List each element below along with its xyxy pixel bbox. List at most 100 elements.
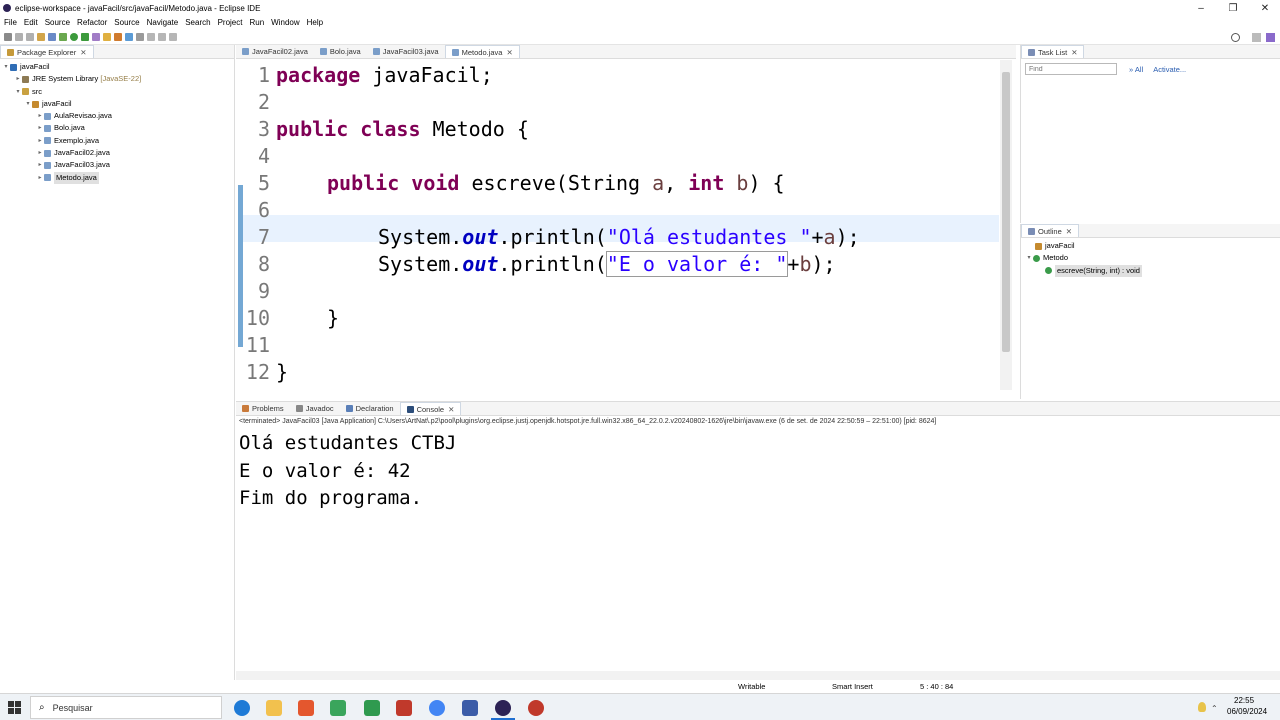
tab-problems[interactable]: Problems bbox=[236, 402, 290, 415]
console-output[interactable]: Olá estudantes CTBJ E o valor é: 42 Fim do… bbox=[239, 430, 456, 513]
taskbar-search-box[interactable]: ⌕ Pesquisar bbox=[30, 696, 222, 719]
tab-declaration[interactable]: Declaration bbox=[340, 402, 400, 415]
menu-source[interactable]: Source bbox=[45, 18, 70, 27]
menu-window[interactable]: Window bbox=[271, 18, 299, 27]
lightbulb-icon[interactable] bbox=[1198, 702, 1206, 712]
save-all-icon[interactable] bbox=[26, 32, 34, 41]
perspective-icon[interactable] bbox=[1252, 33, 1261, 42]
tree-item-file-selected[interactable]: ▸ Metodo.java bbox=[0, 171, 234, 184]
code-line: 1 package javaFacil; bbox=[236, 63, 1000, 90]
tab-bolo[interactable]: Bolo.java bbox=[314, 45, 367, 58]
tree-item-file[interactable]: ▸ JavaFacil02.java bbox=[0, 147, 234, 159]
recorder-icon[interactable] bbox=[528, 700, 544, 716]
menu-search[interactable]: Search bbox=[185, 18, 210, 27]
menu-run[interactable]: Run bbox=[249, 18, 264, 27]
menu-navigate[interactable]: Navigate bbox=[147, 18, 179, 27]
chevron-down-icon[interactable]: ▾ bbox=[2, 61, 10, 73]
search-icon[interactable] bbox=[1231, 33, 1240, 42]
save-icon[interactable] bbox=[15, 32, 23, 41]
windows-start-icon[interactable] bbox=[8, 701, 21, 714]
next-annotation-icon[interactable] bbox=[147, 32, 155, 41]
run-icon[interactable] bbox=[70, 32, 78, 41]
brave-icon[interactable] bbox=[298, 700, 314, 716]
tree-item-file[interactable]: ▸ Exemplo.java bbox=[0, 135, 234, 147]
app-icon[interactable] bbox=[330, 700, 346, 716]
tree-item-file[interactable]: ▸ Bolo.java bbox=[0, 122, 234, 134]
tab-task-list[interactable]: Task List ✕ bbox=[1021, 45, 1085, 58]
tree-item-package[interactable]: ▾ javaFacil bbox=[0, 98, 234, 110]
task-list-tab-label: Task List bbox=[1038, 47, 1068, 57]
tree-item-project[interactable]: ▾ javaFacil bbox=[0, 61, 234, 73]
file-explorer-icon[interactable] bbox=[266, 700, 282, 716]
chevron-right-icon[interactable]: ▸ bbox=[14, 73, 22, 85]
tab-console[interactable]: Console ✕ bbox=[399, 402, 462, 415]
tree-item-file[interactable]: ▸ JavaFacil03.java bbox=[0, 159, 234, 171]
chevron-up-icon[interactable]: ⌃ bbox=[1211, 704, 1218, 713]
back-icon[interactable] bbox=[158, 32, 166, 41]
tab-package-explorer[interactable]: Package Explorer ✕ bbox=[0, 45, 94, 58]
new-class-icon[interactable] bbox=[125, 32, 133, 41]
close-button[interactable]: ✕ bbox=[1250, 0, 1280, 16]
chevron-right-icon[interactable]: ▸ bbox=[36, 122, 44, 134]
drawing-icon[interactable] bbox=[462, 700, 478, 716]
menu-source-2[interactable]: Source bbox=[114, 18, 139, 27]
tab-outline[interactable]: Outline ✕ bbox=[1021, 224, 1080, 237]
search-toolbar-icon[interactable] bbox=[136, 32, 144, 41]
code-area[interactable]: 1 package javaFacil; 2 3 public class Meto… bbox=[236, 60, 1000, 392]
close-icon[interactable]: ✕ bbox=[1071, 48, 1077, 57]
minimize-button[interactable]: – bbox=[1186, 0, 1216, 16]
tab-javafacil03[interactable]: JavaFacil03.java bbox=[367, 45, 445, 58]
chevron-right-icon[interactable]: ▸ bbox=[36, 159, 44, 171]
find-input[interactable] bbox=[1025, 63, 1117, 75]
tree-item-file[interactable]: ▸ AulaRevisao.java bbox=[0, 110, 234, 122]
menu-help[interactable]: Help bbox=[307, 18, 323, 27]
maximize-button[interactable]: ❐ bbox=[1218, 0, 1248, 16]
console-hscrollbar[interactable] bbox=[236, 671, 1280, 680]
clock-date[interactable]: 06/09/2024 bbox=[1227, 707, 1267, 716]
chevron-right-icon[interactable]: ▸ bbox=[36, 172, 44, 184]
edge-icon[interactable] bbox=[234, 700, 250, 716]
new-package-icon[interactable] bbox=[114, 32, 122, 41]
java-perspective-icon[interactable] bbox=[1266, 33, 1275, 42]
outline-item-package[interactable]: javaFacil bbox=[1021, 240, 1280, 252]
external-tools-icon[interactable] bbox=[92, 32, 100, 41]
pdf-icon[interactable] bbox=[396, 700, 412, 716]
debug-icon[interactable] bbox=[59, 32, 67, 41]
open-type-icon[interactable] bbox=[37, 32, 45, 41]
sheets-icon[interactable] bbox=[364, 700, 380, 716]
menu-file[interactable]: File bbox=[4, 18, 17, 27]
line-number: 8 bbox=[257, 252, 270, 276]
close-icon[interactable]: ✕ bbox=[1066, 227, 1072, 236]
activate-link[interactable]: Activate... bbox=[1153, 65, 1186, 74]
tree-item-jre[interactable]: ▸ JRE System Library [JavaSE-22] bbox=[0, 73, 234, 85]
chevron-right-icon[interactable]: ▸ bbox=[36, 135, 44, 147]
tab-metodo[interactable]: Metodo.java ✕ bbox=[444, 45, 520, 58]
chrome-icon[interactable] bbox=[429, 700, 445, 716]
menu-project[interactable]: Project bbox=[218, 18, 243, 27]
eclipse-taskbar-icon[interactable] bbox=[495, 700, 511, 716]
new-java-project-icon[interactable] bbox=[103, 32, 111, 41]
close-icon[interactable]: ✕ bbox=[80, 48, 86, 57]
chevron-right-icon[interactable]: ▸ bbox=[36, 110, 44, 122]
outline-item-class[interactable]: ▾ Metodo bbox=[1021, 252, 1280, 264]
outline-item-method[interactable]: escreve(String, int) : void bbox=[1021, 264, 1280, 277]
chevron-down-icon[interactable]: ▾ bbox=[14, 86, 22, 98]
menu-edit[interactable]: Edit bbox=[24, 18, 38, 27]
close-icon[interactable]: ✕ bbox=[506, 48, 512, 57]
editor-scrollbar[interactable] bbox=[1000, 60, 1012, 390]
new-icon[interactable] bbox=[4, 32, 12, 41]
forward-icon[interactable] bbox=[169, 32, 177, 41]
scrollbar-thumb[interactable] bbox=[1002, 72, 1010, 352]
close-icon[interactable]: ✕ bbox=[448, 405, 454, 414]
coverage-icon[interactable] bbox=[81, 32, 89, 41]
terminal-icon[interactable] bbox=[48, 32, 56, 41]
tree-item-src[interactable]: ▾ src bbox=[0, 86, 234, 98]
menu-refactor[interactable]: Refactor bbox=[77, 18, 107, 27]
chevron-down-icon[interactable]: ▾ bbox=[1025, 252, 1033, 264]
tab-javafacil02[interactable]: JavaFacil02.java bbox=[236, 45, 314, 58]
filter-all-link[interactable]: » All bbox=[1129, 65, 1143, 74]
chevron-down-icon[interactable]: ▾ bbox=[24, 98, 32, 110]
chevron-right-icon[interactable]: ▸ bbox=[36, 147, 44, 159]
tab-javadoc[interactable]: Javadoc bbox=[290, 402, 340, 415]
clock-time[interactable]: 22:55 bbox=[1234, 696, 1254, 705]
